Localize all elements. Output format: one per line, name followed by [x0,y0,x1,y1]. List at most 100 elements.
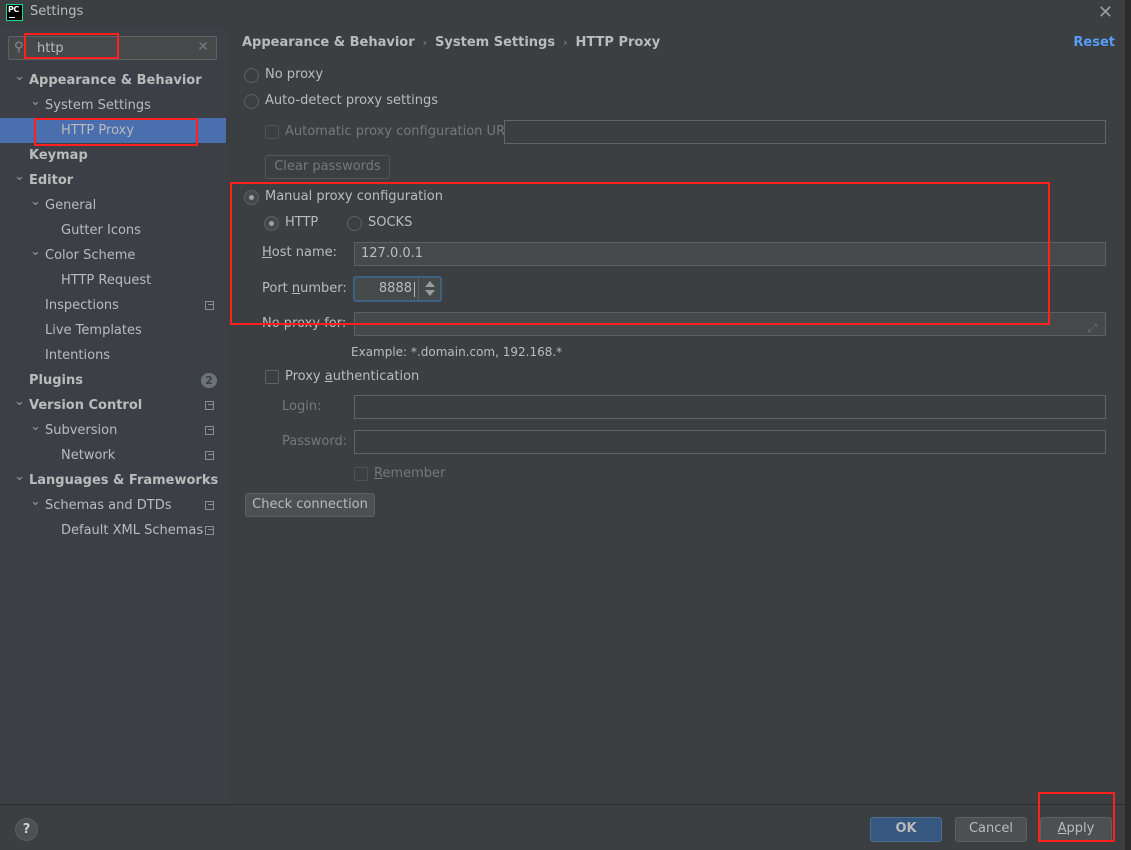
cancel-button[interactable]: Cancel [955,817,1027,842]
sidebar-item-label: HTTP Request [61,273,152,288]
spinner-down-icon[interactable] [425,290,435,296]
password-label: Password: [282,434,348,449]
login-label: Login: [282,399,322,414]
check-connection-button[interactable]: Check connection [245,493,375,517]
sidebar-item[interactable]: Intentions [0,343,226,368]
port-number-label: Port number: [262,281,347,296]
window-title: Settings [30,4,84,19]
socks-label[interactable]: SOCKS [368,215,412,230]
login-field[interactable] [354,395,1106,419]
sidebar-item-label: HTTP Proxy [61,123,135,138]
sidebar-item[interactable]: HTTP Request [0,268,226,293]
sidebar-item[interactable]: Default XML Schemas [0,518,226,543]
chevron-down-icon[interactable]: ⌄ [30,414,41,439]
auto-detect-radio[interactable] [244,94,259,109]
socks-radio[interactable] [347,216,362,231]
chevron-down-icon[interactable]: ⌄ [30,239,41,264]
chevron-down-icon[interactable]: ⌄ [30,189,41,214]
sidebar-item[interactable]: Live Templates [0,318,226,343]
proxy-auth-label[interactable]: Proxy authentication [285,369,419,384]
sidebar-item-label: Schemas and DTDs [45,498,172,513]
remember-checkbox[interactable] [354,467,368,481]
sidebar-item-label: Keymap [29,148,88,163]
sidebar-item-label: Network [61,448,116,463]
settings-sidebar: ⚲ ✕ ⌄Appearance & Behavior⌄System Settin… [0,26,226,804]
sidebar-item[interactable]: Keymap [0,143,226,168]
auto-config-url-field[interactable] [504,120,1106,144]
settings-tree: ⌄ Appearance & Behavior ⌄ System Settings HT… [0,68,226,543]
remember-label: Remember [374,466,446,481]
sidebar-item-label: Intentions [45,348,111,363]
chevron-right-icon: › [563,36,568,49]
port-spinner[interactable] [418,278,440,300]
auto-detect-label[interactable]: Auto-detect proxy settings [265,93,438,108]
help-button[interactable]: ? [15,818,38,841]
breadcrumb-item: HTTP Proxy [575,35,661,50]
auto-config-url-checkbox[interactable] [265,125,279,139]
sidebar-item-label: General [45,198,97,213]
no-proxy-for-label: No proxy for: [262,316,347,331]
sidebar-item[interactable]: ⌄ Color Scheme [0,243,226,268]
logo-text: PC [8,5,19,14]
manual-proxy-label[interactable]: Manual proxy configuration [265,189,443,204]
pycharm-logo-icon: PC [6,4,23,21]
sidebar-item[interactable]: Network [0,443,226,468]
sidebar-item[interactable]: HTTP Proxy [0,118,226,143]
search-icon[interactable]: ⚲ [14,40,24,55]
spinner-up-icon[interactable] [425,281,435,287]
breadcrumb-item: Appearance & Behavior [242,35,415,50]
sidebar-item-label: Color Scheme [45,248,136,263]
search-box[interactable]: ⚲ ✕ [8,36,217,60]
no-proxy-for-field[interactable]: ⤢ [354,312,1106,336]
sidebar-item[interactable]: ⌄ General [0,193,226,218]
search-input[interactable] [37,39,197,57]
chevron-down-icon[interactable]: ⌄ [14,164,25,189]
sidebar-item[interactable]: Plugins 2 [0,368,226,393]
http-label[interactable]: HTTP [285,215,318,230]
chevron-down-icon[interactable]: ⌄ [30,89,41,114]
ok-button[interactable]: OK [870,817,942,842]
project-level-icon [205,501,214,510]
port-number-field[interactable]: 8888 [353,276,442,302]
http-proxy-panel: Appearance & Behavior › System Settings › HT… [226,26,1131,804]
sidebar-item-label: Subversion [45,423,118,438]
clear-passwords-button[interactable]: Clear passwords [265,155,390,179]
sidebar-item[interactable]: ⌄ Subversion [0,418,226,443]
window-edge [1125,0,1131,850]
password-field[interactable] [354,430,1106,454]
apply-button[interactable]: Apply [1040,817,1112,842]
proxy-auth-checkbox[interactable] [265,370,279,384]
sidebar-item-label: Languages & Frameworks [29,473,219,488]
project-level-icon [205,301,214,310]
sidebar-item-label: Plugins [29,373,83,388]
port-value[interactable]: 8888 [379,281,412,296]
reset-link[interactable]: Reset [1073,35,1115,50]
sidebar-item-label: Default XML Schemas [61,523,204,538]
auto-config-url-label: Automatic proxy configuration URL: [285,124,517,139]
manual-proxy-radio[interactable] [244,190,259,205]
chevron-down-icon[interactable]: ⌄ [14,64,25,89]
project-level-icon [205,451,214,460]
project-level-icon [205,526,214,535]
breadcrumb-item: System Settings [435,35,556,50]
close-icon[interactable]: ✕ [1098,2,1113,23]
chevron-down-icon[interactable]: ⌄ [14,389,25,414]
sidebar-item-label: Gutter Icons [61,223,141,238]
host-name-label: Host name: [262,245,337,260]
project-level-icon [205,401,214,410]
title-bar: PC Settings ✕ [0,0,1131,26]
host-name-field[interactable]: 127.0.0.1 [354,242,1106,266]
chevron-down-icon[interactable]: ⌄ [30,489,41,514]
clear-search-icon[interactable]: ✕ [197,39,209,55]
plugin-updates-badge: 2 [201,373,217,388]
sidebar-item[interactable]: Inspections [0,293,226,318]
http-radio[interactable] [264,216,279,231]
no-proxy-radio[interactable] [244,68,259,83]
chevron-right-icon: › [422,36,428,49]
sidebar-item[interactable]: ⌄ System Settings [0,93,226,118]
sidebar-item[interactable]: ⌄ Schemas and DTDs [0,493,226,518]
chevron-down-icon[interactable]: ⌄ [14,464,25,489]
example-hint: Example: *.domain.com, 192.168.* [351,345,563,359]
expand-icon[interactable]: ⤢ [1087,317,1097,339]
no-proxy-label[interactable]: No proxy [265,67,323,82]
